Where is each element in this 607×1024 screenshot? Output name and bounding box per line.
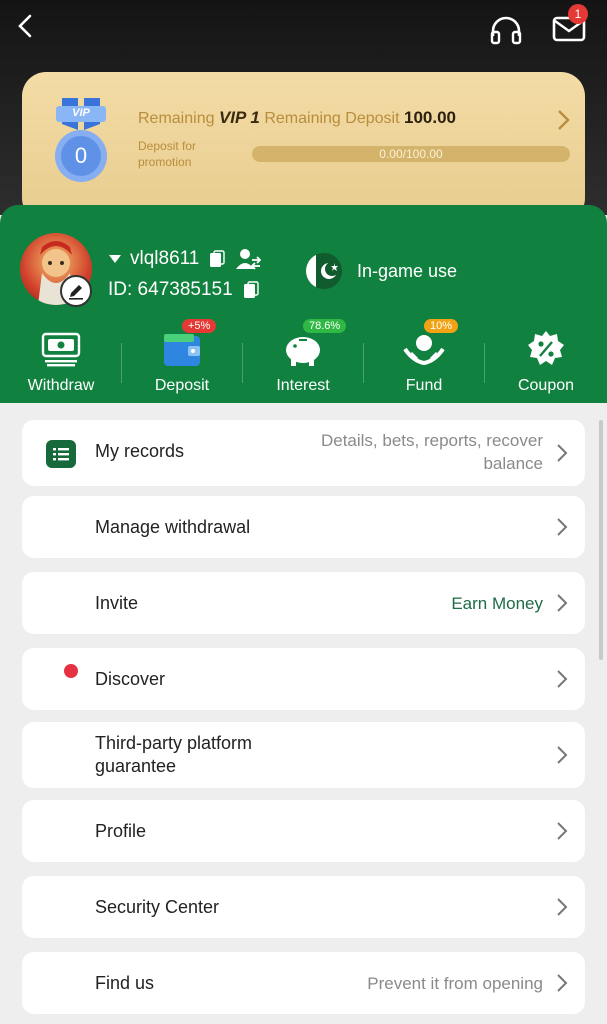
chevron-right-icon [557, 822, 568, 840]
menu-label: Manage withdrawal [95, 517, 251, 537]
mail-badge: 1 [568, 4, 588, 24]
username: vlql8611 [130, 248, 200, 269]
vip-remaining-amount: 100.00 [403, 108, 456, 127]
vip-medal-level: 0 [74, 143, 88, 168]
divider [242, 343, 243, 383]
chevron-right-icon [557, 974, 568, 992]
quick-actions: Withdraw +5% Deposit 78.6% Interest 10% … [0, 317, 607, 403]
interest-label: Interest [276, 377, 330, 394]
menu-item-security-center[interactable]: Security Center [22, 876, 585, 938]
vip-summary: Remaining VIP 1 Remaining Deposit 100.00 [138, 108, 456, 128]
menu-subtext: Prevent it from opening [367, 974, 543, 993]
menu-item-my-records[interactable]: My records Details, bets, reports, recov… [22, 420, 585, 486]
status-text: In-game use [357, 261, 458, 281]
vip-progress-text: 0.00/100.00 [379, 147, 443, 161]
vip-remaining-label: Remaining [138, 110, 215, 127]
mail-button[interactable]: 1 [548, 4, 590, 48]
divider [363, 343, 364, 383]
fund-button[interactable]: 10% Fund [374, 317, 474, 403]
menu-item-manage-withdrawal[interactable]: Manage withdrawal [22, 496, 585, 558]
user-id-row: ID: 647385151 [108, 279, 259, 301]
menu-item-profile[interactable]: Profile [22, 800, 585, 862]
menu-subtext: Earn Money [451, 594, 543, 613]
chevron-right-icon [557, 518, 568, 536]
withdraw-button[interactable]: Withdraw [11, 317, 111, 403]
switch-account-icon[interactable] [235, 247, 262, 271]
support-button[interactable] [486, 10, 526, 50]
menu-label: Invite [95, 593, 139, 613]
interest-button[interactable]: 78.6% Interest [253, 317, 353, 403]
edit-avatar-button[interactable] [60, 275, 92, 307]
pakistan-flag-icon [306, 253, 342, 289]
menu-item-invite[interactable]: Invite Earn Money [22, 572, 585, 634]
username-row: vlql8611 [108, 247, 262, 271]
divider [121, 343, 122, 383]
menu-label: Security Center [95, 897, 220, 917]
coupon-button[interactable]: Coupon [496, 317, 596, 403]
chevron-right-icon [557, 746, 568, 764]
profile-panel: vlql8611 ID: 647385151 In-game use Withd… [0, 205, 607, 403]
vip-remaining-deposit-label: Remaining Deposit [264, 110, 400, 127]
menu-label: My records [95, 441, 185, 461]
menu-label: Discover [95, 669, 166, 689]
copy-id-icon[interactable] [243, 281, 259, 299]
copy-icon[interactable] [209, 250, 226, 268]
interest-badge: 78.6% [303, 319, 347, 333]
vip-medal-label: VIP [72, 107, 90, 119]
vip-progress-bar: 0.00/100.00 [252, 146, 570, 162]
piggy-bank-icon: 78.6% [281, 319, 347, 371]
chevron-left-icon [18, 14, 32, 38]
headset-icon [490, 16, 522, 45]
deposit-button[interactable]: +5% Deposit [132, 317, 232, 403]
chevron-right-icon [557, 444, 568, 462]
user-id: ID: 647385151 [108, 279, 233, 300]
menu-label: Third-party platform guarantee [95, 733, 253, 776]
menu-label: Profile [95, 821, 147, 841]
chevron-right-icon [557, 898, 568, 916]
menu-item-find-us[interactable]: Find us Prevent it from opening [22, 952, 585, 1014]
scrollbar[interactable] [599, 420, 603, 660]
percent-badge-icon [524, 327, 568, 371]
caret-down-icon[interactable] [108, 254, 122, 264]
vip-medal-icon: VIP 0 [48, 98, 114, 192]
chevron-right-icon [557, 670, 568, 688]
chevron-right-icon [557, 594, 568, 612]
withdraw-label: Withdraw [27, 377, 95, 394]
vip-card[interactable]: VIP 0 Remaining VIP 1 Remaining Deposit … [22, 72, 585, 222]
wallet-icon: +5% [160, 319, 217, 371]
back-button[interactable] [8, 8, 44, 44]
fund-label: Fund [405, 377, 443, 394]
cash-icon [39, 327, 83, 371]
deposit-label: Deposit [154, 377, 210, 394]
fund-badge: 10% [424, 319, 459, 333]
menu-label: Find us [95, 973, 155, 993]
vip-level: VIP 1 [218, 108, 260, 127]
pencil-icon [69, 285, 83, 300]
vip-promo-text: Deposit for promotion [138, 139, 197, 169]
fund-hands-icon: 10% [402, 319, 459, 371]
list-icon [46, 440, 76, 468]
deposit-badge: +5% [182, 319, 217, 333]
notification-dot [64, 664, 78, 678]
menu-item-third-party-guarantee[interactable]: Third-party platform guarantee [22, 722, 585, 788]
menu-item-discover[interactable]: Discover [22, 648, 585, 710]
menu-subtext: Details, bets, reports, recover balance [320, 431, 543, 473]
divider [484, 343, 485, 383]
chevron-right-icon [558, 110, 570, 130]
coupon-label: Coupon [517, 377, 575, 394]
